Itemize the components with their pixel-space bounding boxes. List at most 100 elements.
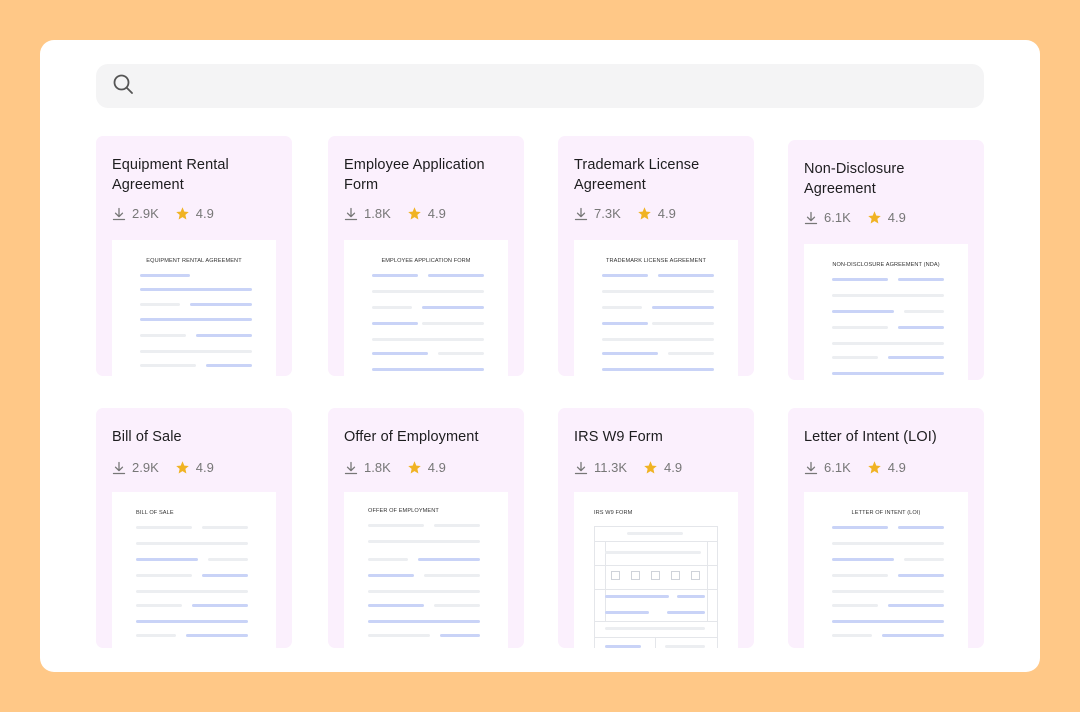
rating-value: 4.9 [427, 460, 446, 475]
rating-value: 4.9 [887, 460, 906, 475]
download-icon [344, 207, 358, 220]
template-card-non-disclosure[interactable]: Non-Disclosure Agreement 6.1K 4.9 NON-DI… [788, 140, 984, 380]
preview-line [668, 352, 714, 355]
preview-line [888, 604, 944, 607]
download-count: 1.8K [364, 460, 391, 475]
rating-value: 4.9 [427, 206, 446, 221]
preview-line [832, 342, 944, 345]
preview-line [140, 318, 252, 321]
preview-line [832, 620, 944, 623]
preview-line [882, 634, 944, 637]
preview-line [898, 574, 944, 577]
preview-line [140, 350, 252, 353]
document-preview: OFFER OF EMPLOYMENT [344, 492, 508, 648]
preview-line [140, 364, 196, 367]
star-icon [408, 207, 421, 220]
card-meta: 2.9K 4.9 [112, 460, 214, 475]
card-meta: 7.3K 4.9 [574, 206, 676, 221]
template-card-offer-of-employment[interactable]: Offer of Employment 1.8K 4.9 OFFER OF EM… [328, 408, 524, 648]
preview-line [140, 334, 186, 337]
card-title: Equipment Rental Agreement [112, 157, 229, 193]
preview-line [202, 526, 248, 529]
preview-line [422, 306, 484, 309]
search-input[interactable] [146, 64, 984, 108]
document-preview-title: IRS W9 FORM [594, 510, 633, 516]
preview-line [136, 558, 198, 561]
card-meta: 11.3K 4.9 [574, 460, 682, 475]
card-title: Bill of Sale [112, 429, 182, 445]
preview-line [602, 290, 714, 293]
preview-line [602, 322, 648, 325]
preview-line [832, 294, 944, 297]
document-preview: BILL OF SALE [112, 492, 276, 648]
preview-line [372, 274, 418, 277]
template-card-trademark-license[interactable]: Trademark License Agreement 7.3K 4.9 TRA… [558, 136, 754, 376]
card-title: Non-Disclosure Agreement [804, 161, 905, 197]
preview-line [136, 620, 248, 623]
template-card-letter-of-intent[interactable]: Letter of Intent (LOI) 6.1K 4.9 LETTER O… [788, 408, 984, 648]
preview-line [372, 322, 418, 325]
preview-line [140, 288, 252, 291]
document-preview-title: BILL OF SALE [136, 510, 174, 516]
preview-line [136, 634, 176, 637]
search-bar[interactable] [96, 64, 984, 108]
card-title: Employee Application Form [344, 157, 485, 193]
rating-value: 4.9 [195, 460, 214, 475]
preview-line [192, 604, 248, 607]
preview-line [428, 274, 484, 277]
preview-line [832, 310, 894, 313]
preview-line [832, 604, 878, 607]
preview-line [832, 558, 894, 561]
preview-line [190, 303, 252, 306]
preview-line [368, 574, 414, 577]
preview-line [832, 542, 944, 545]
preview-line [832, 326, 888, 329]
template-card-employee-application[interactable]: Employee Application Form 1.8K 4.9 EMPLO… [328, 136, 524, 376]
preview-line [136, 604, 182, 607]
download-count: 2.9K [132, 460, 159, 475]
rating-value: 4.9 [664, 460, 683, 475]
preview-line [602, 352, 658, 355]
preview-line [372, 306, 412, 309]
card-meta: 1.8K 4.9 [344, 206, 446, 221]
star-icon [408, 461, 421, 474]
download-count: 1.8K [364, 206, 391, 221]
preview-line [832, 356, 878, 359]
preview-line [434, 604, 480, 607]
download-icon [804, 211, 818, 224]
preview-line [434, 524, 480, 527]
preview-line [602, 274, 648, 277]
preview-line [140, 274, 190, 277]
preview-line [832, 372, 944, 375]
preview-line [140, 303, 180, 306]
preview-line [368, 524, 424, 527]
rating-value: 4.9 [195, 206, 214, 221]
star-icon [638, 207, 651, 220]
document-preview: TRADEMARK LICENSE AGREEMENT [574, 240, 738, 376]
download-icon [574, 461, 588, 474]
star-icon [176, 207, 189, 220]
document-preview-title: NON-DISCLOSURE AGREEMENT (NDA) [832, 262, 940, 268]
preview-line [136, 526, 192, 529]
preview-line [368, 620, 480, 623]
preview-line [418, 558, 480, 561]
preview-line [372, 368, 484, 371]
preview-line [832, 574, 888, 577]
card-meta: 2.9K 4.9 [112, 206, 214, 221]
preview-line [136, 542, 248, 545]
template-card-irs-w9[interactable]: IRS W9 Form 11.3K 4.9 IRS W9 FORM [558, 408, 754, 648]
star-icon [176, 461, 189, 474]
rating-value: 4.9 [657, 206, 676, 221]
template-card-bill-of-sale[interactable]: Bill of Sale 2.9K 4.9 BILL OF SALE [96, 408, 292, 648]
document-preview-title: EMPLOYEE APPLICATION FORM [381, 258, 471, 264]
card-title: Letter of Intent (LOI) [804, 429, 937, 445]
preview-line [208, 558, 248, 561]
download-icon [804, 461, 818, 474]
document-preview-title: TRADEMARK LICENSE AGREEMENT [606, 258, 706, 264]
download-count: 6.1K [824, 460, 851, 475]
preview-line [652, 306, 714, 309]
preview-line [368, 634, 430, 637]
template-card-equipment-rental[interactable]: Equipment Rental Agreement 2.9K 4.9 EQUI… [96, 136, 292, 376]
document-preview: NON-DISCLOSURE AGREEMENT (NDA) [804, 244, 968, 380]
preview-line [898, 278, 944, 281]
